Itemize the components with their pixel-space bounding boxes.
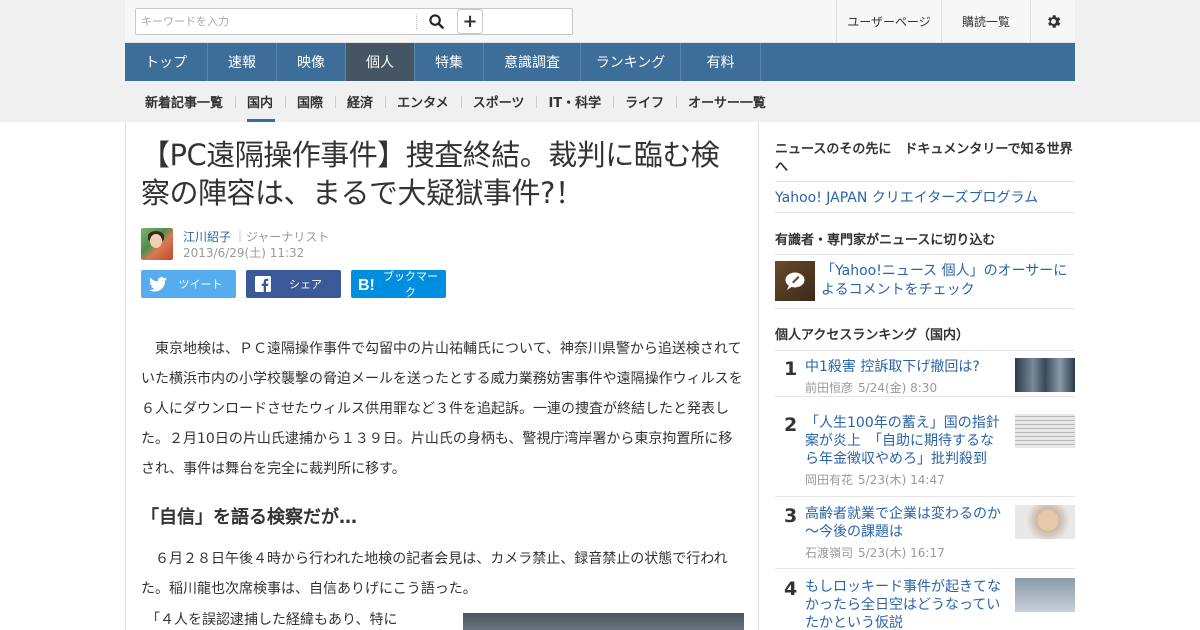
ranking-number: 1 xyxy=(784,358,798,380)
ranking-title-link[interactable]: 高齢者就業で企業は変わるのか～今後の課題は xyxy=(805,505,1005,541)
settings-button[interactable] xyxy=(1030,0,1075,42)
ranking-title-link[interactable]: 中1殺害 控訴取下げ撤回は? xyxy=(805,358,1005,376)
divider xyxy=(775,181,1075,182)
divider xyxy=(775,308,1075,309)
ranking-title-link[interactable]: もしロッキード事件が起きてなかったら全日空はどうなっていたかという仮説 xyxy=(805,578,1005,630)
documentary-heading: ニュースのその先に ドキュメンタリーで知る世界へ xyxy=(775,142,1073,175)
facebook-share-button[interactable]: シェア xyxy=(246,270,341,298)
article-title: 【PC遠隔操作事件】捜査終結。裁判に臨む検察の陣容は、まるで大疑獄事件?！ xyxy=(141,138,720,210)
ranking-date: 5/23(木) 16:17 xyxy=(858,546,945,560)
author-avatar[interactable] xyxy=(141,228,173,260)
ranking-author: 岡田有花 xyxy=(805,473,854,487)
top-bar: + ユーザーページ 購読一覧 xyxy=(125,0,1075,43)
author-role: ｜ジャーナリスト xyxy=(234,230,330,244)
sidebar: ニュースのその先に ドキュメンタリーで知る世界へ Yahoo! JAPAN クリ… xyxy=(775,122,1075,630)
user-page-link[interactable]: ユーザーページ xyxy=(836,0,941,42)
ranking-thumbnail[interactable] xyxy=(1015,578,1075,612)
hatena-bookmark-button[interactable]: B! ブックマーク xyxy=(351,270,446,299)
facebook-share-label: シェア xyxy=(289,278,322,291)
ranking-thumbnail[interactable] xyxy=(1015,414,1075,448)
search-divider xyxy=(416,14,417,29)
nav-survey[interactable]: 意識調査 xyxy=(484,43,581,81)
subnav-latest[interactable]: 新着記事一覧 xyxy=(133,81,235,122)
experts-heading: 有識者・専門家がニュースに切り込む xyxy=(775,233,996,248)
comment-icon[interactable] xyxy=(775,261,815,301)
nav-ranking[interactable]: ランキング xyxy=(581,43,681,81)
subnav-life[interactable]: ライフ xyxy=(613,81,676,122)
tweet-button[interactable]: ツイート xyxy=(141,270,236,298)
subnav-authors[interactable]: オーサー一覧 xyxy=(676,81,778,122)
svg-text:B!: B! xyxy=(358,277,375,292)
subscriptions-link[interactable]: 購読一覧 xyxy=(941,0,1030,42)
search-button[interactable] xyxy=(421,9,451,34)
subnav-sports[interactable]: スポーツ xyxy=(460,81,537,122)
tweet-label: ツイート xyxy=(178,278,223,291)
ranking-author: 石渡嶺司 xyxy=(805,546,854,560)
ranking-number: 4 xyxy=(784,578,798,600)
nav-top[interactable]: トップ xyxy=(125,43,208,81)
subnav-it-science[interactable]: IT・科学 xyxy=(536,81,613,122)
article-date: 2013/6/29(土) 11:32 xyxy=(183,246,305,260)
nav-individual[interactable]: 個人 xyxy=(346,43,415,81)
sub-nav: 新着記事一覧 国内 国際 経済 エンタメ スポーツ IT・科学 ライフ オーサー… xyxy=(125,81,1075,122)
twitter-icon xyxy=(145,276,171,292)
article-subheading: 「自信」を語る検察だが… xyxy=(141,507,357,528)
article-quote: 「４人を誤認逮捕した経緯もあり、特に xyxy=(146,612,398,628)
creators-program-link[interactable]: Yahoo! JAPAN クリエイターズプログラム xyxy=(775,187,1038,207)
subnav-entertainment[interactable]: エンタメ xyxy=(385,81,461,122)
divider xyxy=(775,212,1075,213)
ranking-date: 5/23(木) 14:47 xyxy=(858,473,945,487)
ranking-thumbnail[interactable] xyxy=(1015,358,1075,392)
top-right-links: ユーザーページ 購読一覧 xyxy=(836,0,1075,42)
divider xyxy=(775,254,1075,255)
nav-video[interactable]: 映像 xyxy=(277,43,346,81)
article-paragraph: 東京地検は、ＰＣ遠隔操作事件で勾留中の片山祐輔氏について、神奈川県警から追送検さ… xyxy=(141,341,743,477)
ranking-number: 3 xyxy=(784,505,798,527)
nav-breaking[interactable]: 速報 xyxy=(208,43,277,81)
divider xyxy=(775,496,1075,497)
ranking-author: 前田恒彦 xyxy=(805,381,854,395)
author-comments-link[interactable]: 「Yahoo!ニュース 個人」のオーサーによるコメントをチェック xyxy=(821,262,1075,300)
ranking-number: 2 xyxy=(784,414,798,436)
nav-paid[interactable]: 有料 xyxy=(681,43,761,81)
subnav-domestic[interactable]: 国内 xyxy=(235,81,285,122)
hatena-bookmark-label: ブックマーク xyxy=(383,270,438,299)
divider xyxy=(775,396,1075,397)
search-box xyxy=(135,8,573,35)
facebook-icon xyxy=(250,276,276,292)
main-nav: トップ 速報 映像 個人 特集 意識調査 ランキング 有料 xyxy=(125,43,1075,81)
hatena-icon: B! xyxy=(355,276,381,292)
article: 【PC遠隔操作事件】捜査終結。裁判に臨む検察の陣容は、まるで大疑獄事件?！ 江川… xyxy=(125,122,759,630)
divider xyxy=(775,350,1075,351)
search-icon xyxy=(428,14,444,29)
author-name-link[interactable]: 江川紹子 xyxy=(183,228,231,245)
subnav-economy[interactable]: 経済 xyxy=(335,81,385,122)
gear-icon xyxy=(1047,14,1060,28)
ranking-title-link[interactable]: 「人生100年の蓄え」国の指針案が炎上 「自助に期待するなら年金徴収やめろ」批判… xyxy=(805,414,1005,468)
ranking-date: 5/24(金) 8:30 xyxy=(858,381,938,395)
add-button[interactable]: + xyxy=(457,9,483,34)
search-input[interactable] xyxy=(136,9,416,34)
ranking-thumbnail[interactable] xyxy=(1015,505,1075,539)
article-paragraph: ６月２８日午後４時から行われた地検の記者会見は、カメラ禁止、録音禁止の状態で行わ… xyxy=(141,551,728,597)
article-photo xyxy=(463,613,744,630)
nav-features[interactable]: 特集 xyxy=(415,43,484,81)
divider xyxy=(775,568,1075,569)
subnav-international[interactable]: 国際 xyxy=(285,81,335,122)
ranking-heading: 個人アクセスランキング（国内） xyxy=(775,328,969,343)
